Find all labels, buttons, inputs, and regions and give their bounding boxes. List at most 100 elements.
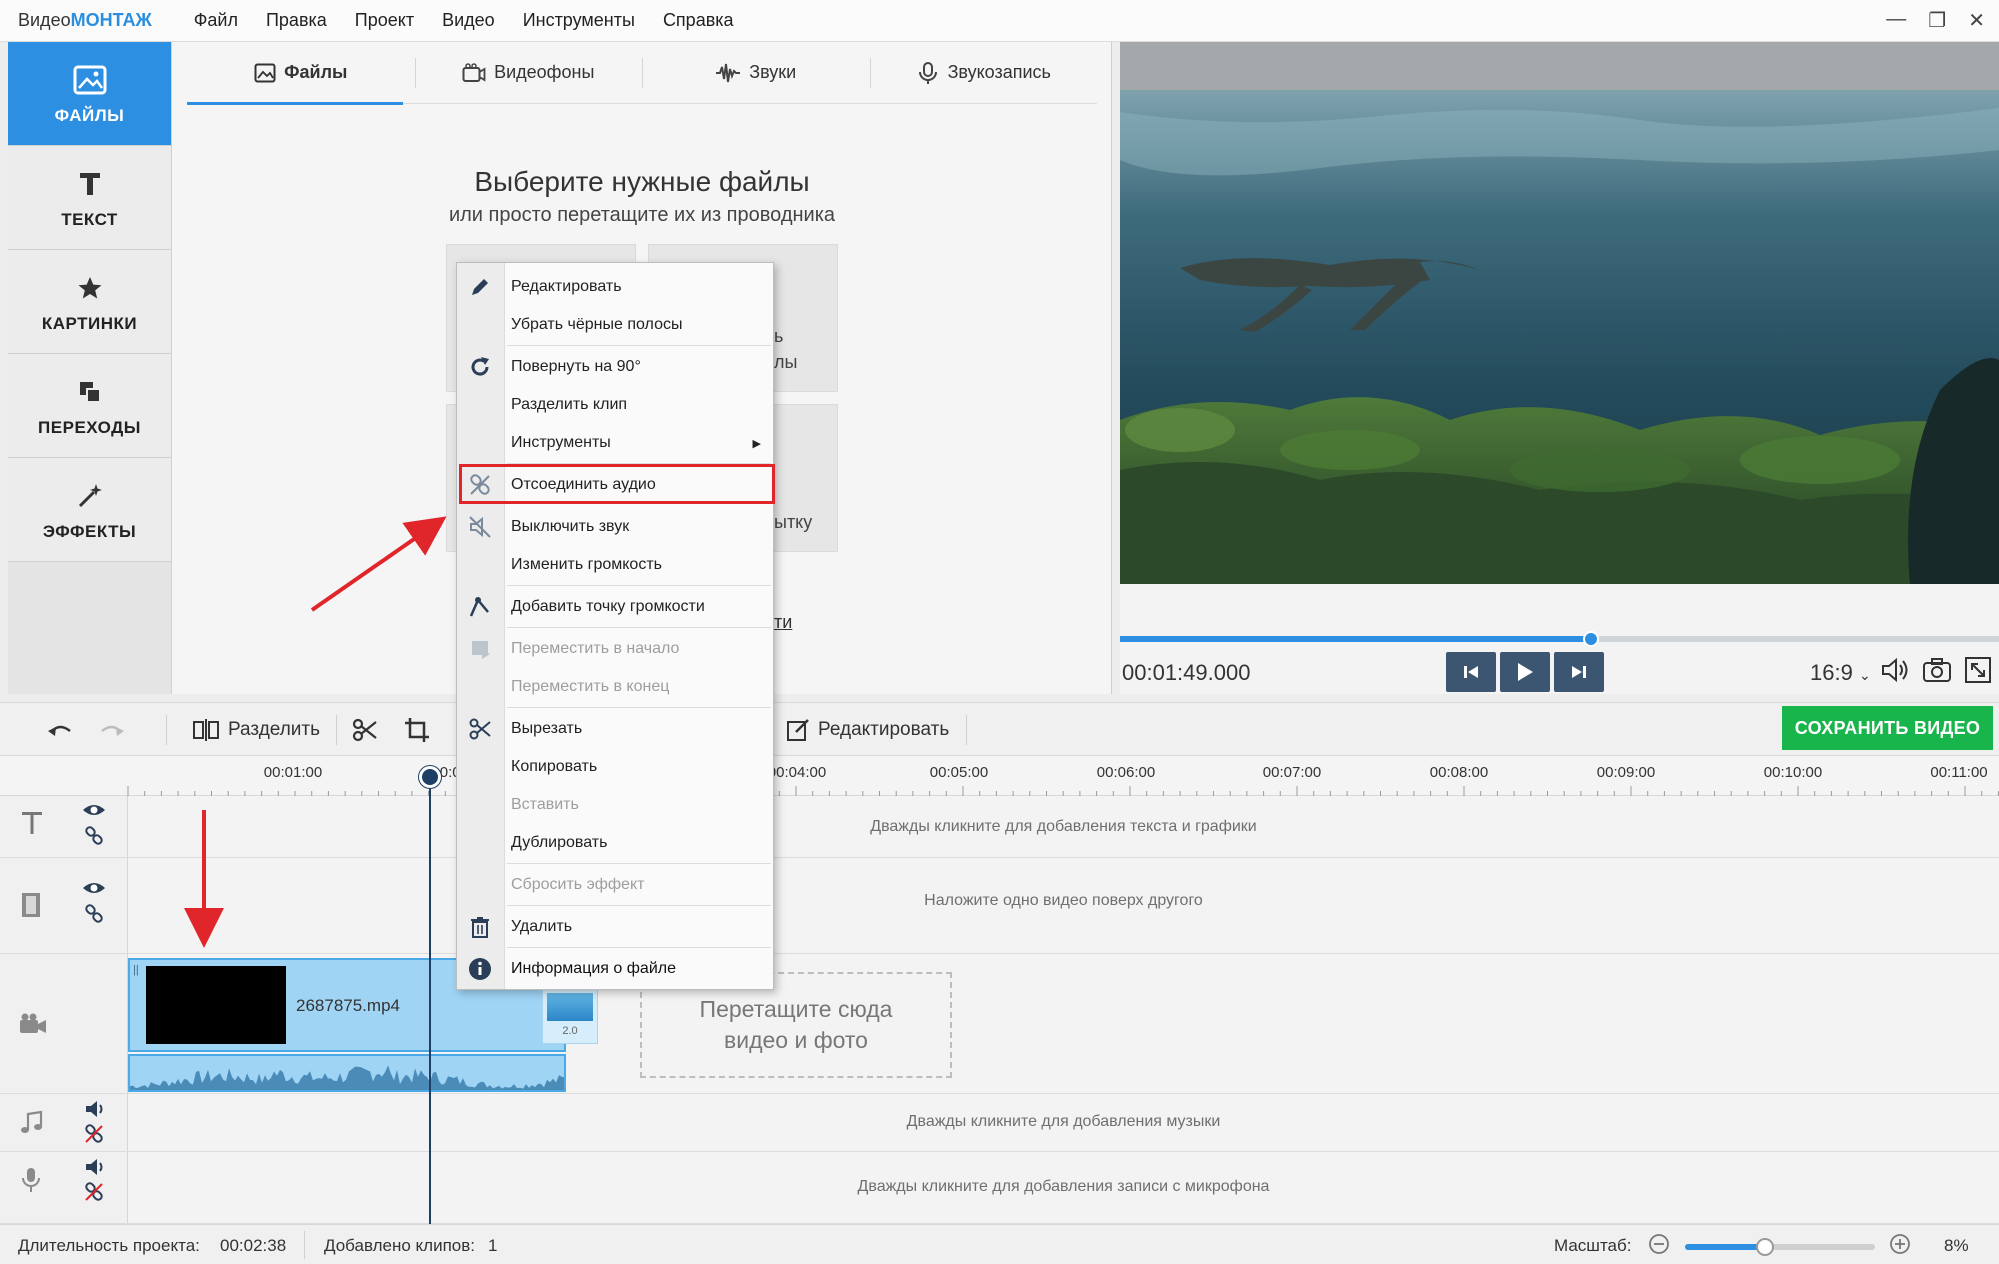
context-item-reset-effect[interactable]: Сбросить эффект [457, 867, 773, 903]
zoom-in-icon[interactable] [1889, 1233, 1911, 1260]
fullscreen-icon[interactable] [1964, 656, 1992, 684]
tab-sounds[interactable]: Звуки [642, 42, 870, 103]
transition-slot[interactable]: 2.0 [542, 988, 598, 1044]
context-item-change-volume[interactable]: Изменить громкость [457, 547, 773, 583]
menu-edit[interactable]: Правка [266, 10, 327, 31]
ruler-tick-label: 00:05:00 [929, 764, 989, 781]
context-item-add-volume-point[interactable]: Добавить точку громкости [457, 589, 773, 625]
save-video-button[interactable]: СОХРАНИТЬ ВИДЕО [1782, 706, 1993, 750]
split-button[interactable]: Разделить [192, 703, 320, 757]
minimize-icon[interactable]: — [1886, 8, 1906, 33]
tile-link-fragment[interactable]: ти [774, 612, 792, 633]
sidebar-item-effects[interactable]: ЭФФЕКТЫ [8, 458, 171, 562]
context-item-split-clip[interactable]: Разделить клип [457, 387, 773, 423]
close-icon[interactable]: ✕ [1968, 8, 1985, 33]
context-item-edit[interactable]: Редактировать [457, 269, 773, 305]
crop-icon [405, 718, 429, 742]
next-frame-button[interactable] [1554, 652, 1604, 692]
speaker-icon[interactable] [84, 1100, 106, 1118]
tab-video-backgrounds[interactable]: Видеофоны [414, 42, 643, 103]
mic-track[interactable]: Дважды кликните для добавления записи с … [0, 1152, 1999, 1224]
sidebar-item-transitions[interactable]: ПЕРЕХОДЫ [8, 354, 171, 458]
menu-project[interactable]: Проект [355, 10, 414, 31]
tab-files[interactable]: Файлы [187, 42, 415, 105]
submenu-arrow-icon: ▶ [752, 437, 761, 450]
play-button[interactable] [1500, 652, 1550, 692]
clip-audio-waveform[interactable] [128, 1054, 566, 1092]
redo-button[interactable] [98, 703, 126, 757]
transitions-icon [70, 374, 110, 410]
undo-button[interactable] [46, 703, 74, 757]
chevron-down-icon: ⌄ [1858, 667, 1871, 683]
camera-icon[interactable] [1922, 656, 1952, 684]
unlink-icon[interactable] [84, 1182, 104, 1202]
context-item-copy[interactable]: Копировать [457, 749, 773, 785]
music-track-header [0, 1094, 128, 1151]
zoom-out-icon[interactable] [1648, 1233, 1670, 1260]
ruler-tick-label: 00:06:00 [1096, 764, 1156, 781]
volume-icon[interactable] [1880, 656, 1910, 684]
unlink-icon[interactable] [84, 1124, 104, 1144]
context-item-paste[interactable]: Вставить [457, 787, 773, 823]
eye-icon[interactable] [82, 802, 106, 818]
sidebar-item-pictures[interactable]: КАРТИНКИ [8, 250, 171, 354]
context-item-duplicate[interactable]: Дублировать [457, 825, 773, 861]
crop-button[interactable] [404, 703, 430, 757]
previous-frame-button[interactable] [1446, 652, 1496, 692]
link-icon[interactable] [84, 826, 104, 846]
aspect-ratio-value: 16:9 [1810, 660, 1853, 685]
transition-duration: 2.0 [562, 1025, 578, 1037]
duration-value: 00:02:38 [220, 1236, 287, 1255]
sidebar-item-text[interactable]: ТЕКСТ [8, 146, 171, 250]
context-item-remove-black-bars[interactable]: Убрать чёрные полосы [457, 307, 773, 343]
aspect-ratio-select[interactable]: 16:9 ⌄ [1810, 660, 1871, 686]
context-item-rotate[interactable]: Повернуть на 90° [457, 349, 773, 385]
context-item-delete[interactable]: Удалить [457, 909, 773, 945]
context-item-tools[interactable]: Инструменты ▶ [457, 425, 773, 461]
context-item-move-to-start[interactable]: Переместить в начало [457, 631, 773, 667]
edit-clip-button[interactable]: Редактировать [786, 703, 949, 757]
sidebar-item-files[interactable]: ФАЙЛЫ [8, 42, 171, 146]
menu-file[interactable]: Файл [194, 10, 238, 31]
eye-icon[interactable] [82, 880, 106, 896]
video-frame[interactable] [1120, 42, 1999, 584]
skip-forward-icon [1572, 666, 1586, 678]
scissors-icon [466, 716, 494, 742]
context-item-file-info[interactable]: Информация о файле [457, 951, 773, 987]
video-bg-icon [462, 62, 486, 82]
duration-label: Длительность проекта: [18, 1236, 200, 1255]
sound-wave-icon [716, 63, 741, 82]
speaker-icon[interactable] [84, 1158, 106, 1176]
menu-video[interactable]: Видео [442, 10, 495, 31]
text-track[interactable]: Дважды кликните для добавления текста и … [0, 796, 1999, 858]
link-icon[interactable] [84, 904, 104, 924]
clip-grip-icon[interactable]: || [133, 964, 139, 976]
playhead-handle[interactable] [419, 766, 441, 788]
music-track-hint: Дважды кликните для добавления музыки [906, 1113, 1221, 1130]
zoom-slider-knob[interactable] [1755, 1238, 1774, 1256]
playback-progress-knob[interactable] [1583, 631, 1600, 647]
context-item-cut[interactable]: Вырезать [457, 711, 773, 747]
overlay-track[interactable]: Наложите одно видео поверх другого [0, 858, 1999, 954]
context-item-label: Добавить точку громкости [511, 598, 705, 615]
context-item-label: Выключить звук [511, 518, 630, 535]
sidebar-label-effects: ЭФФЕКТЫ [42, 521, 137, 541]
tab-recording[interactable]: Звукозапись [869, 42, 1098, 103]
cut-button[interactable] [352, 703, 378, 757]
context-item-mute[interactable]: Выключить звук [457, 509, 773, 545]
clip-filename: 2687875.mp4 [296, 996, 400, 1015]
timeline-ruler[interactable]: 00:01:00 00:0 00:04:00 00:05:00 00:06:00… [0, 756, 1999, 796]
text-t-icon [22, 812, 42, 834]
tab-recording-label: Звукозапись [947, 62, 1051, 82]
menu-help[interactable]: Справка [663, 10, 734, 31]
restore-icon[interactable]: ❐ [1928, 8, 1946, 33]
context-item-move-to-end[interactable]: Переместить в конец [457, 669, 773, 705]
playback-progress[interactable] [1120, 631, 1999, 647]
zoom-slider[interactable] [1685, 1238, 1875, 1256]
undo-icon [48, 725, 71, 736]
split-label: Разделить [228, 719, 321, 740]
music-track[interactable]: Дважды кликните для добавления музыки [0, 1094, 1999, 1152]
context-item-label: Удалить [511, 918, 573, 935]
menu-tools[interactable]: Инструменты [523, 10, 635, 31]
playhead-line[interactable] [429, 776, 431, 1224]
